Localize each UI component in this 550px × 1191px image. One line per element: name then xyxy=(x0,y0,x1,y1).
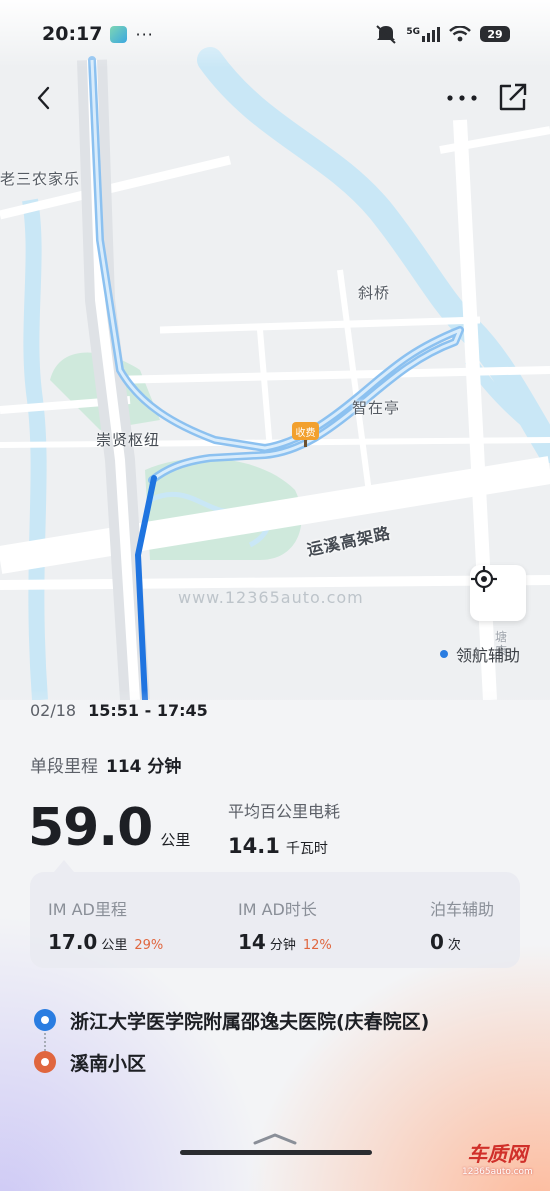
stat-value: 0 xyxy=(430,930,444,954)
trip-date-row: 02/18 15:51 - 17:45 xyxy=(30,701,208,720)
segment-duration-row: 单段里程 114 分钟 xyxy=(30,752,181,777)
map-label-hub: 崇贤枢纽 xyxy=(96,431,161,449)
trip-date: 02/18 xyxy=(30,701,77,720)
distance-value: 59.0 xyxy=(28,798,153,858)
trip-time-range: 15:51 - 17:45 xyxy=(88,701,208,720)
consumption-value: 14.1 xyxy=(228,834,280,858)
expand-handle[interactable] xyxy=(252,1131,298,1150)
wifi-icon xyxy=(449,26,471,42)
stat-label: IM AD里程 xyxy=(48,900,127,919)
trip-distance: 59.0 公里 xyxy=(28,798,190,858)
consumption-label: 平均百公里电耗 xyxy=(228,802,341,821)
route-connector xyxy=(44,1033,46,1051)
stat-value: 14 xyxy=(238,930,266,954)
battery-icon: 29 xyxy=(480,26,510,42)
stat-percent: 12% xyxy=(302,938,332,953)
consumption-unit: 千瓦时 xyxy=(285,841,328,857)
share-button[interactable] xyxy=(496,80,530,114)
status-bar: 20:17 ··· 5G 29 xyxy=(0,0,550,68)
route-end[interactable]: 溪南小区 xyxy=(34,1050,429,1075)
brand-url: 12365auto.com xyxy=(462,1167,533,1177)
more-dots-icon xyxy=(447,95,477,101)
app-notification-icon xyxy=(110,25,128,43)
status-time: 20:17 xyxy=(42,23,103,45)
back-button[interactable] xyxy=(30,80,60,116)
start-pin-icon xyxy=(34,1009,56,1031)
nav-assist-legend: 领航辅助 xyxy=(440,642,520,666)
mute-icon xyxy=(376,25,397,44)
status-icons: 5G 29 xyxy=(375,24,510,44)
chevron-left-icon xyxy=(37,86,50,110)
river-west xyxy=(22,198,48,700)
status-overflow-dots: ··· xyxy=(135,24,154,44)
nav-assist-dot xyxy=(440,650,448,658)
locate-button[interactable] xyxy=(470,565,526,621)
watermark: www.12365auto.com xyxy=(178,588,364,607)
network-type: 5G xyxy=(406,26,420,37)
stat-value: 17.0 xyxy=(48,930,98,954)
segment-value: 114 分钟 xyxy=(106,757,182,777)
distance-unit: 公里 xyxy=(160,831,191,849)
stat-unit: 次 xyxy=(447,938,461,953)
brand-logo: 车质网 xyxy=(467,1142,528,1166)
stat-parking-assist: 泊车辅助 0 次 xyxy=(430,896,494,954)
share-icon xyxy=(499,83,527,111)
stat-imad-duration: IM AD时长 14 分钟 12% xyxy=(238,896,332,954)
end-pin-icon xyxy=(34,1051,56,1073)
trip-info-panel: 02/18 15:51 - 17:45 单段里程 114 分钟 59.0 公里 … xyxy=(0,690,550,1191)
route-start[interactable]: 浙江大学医学院附属邵逸夫医院(庆春院区) xyxy=(34,1008,430,1033)
toll-station-marker: 收费 xyxy=(292,422,319,447)
route-end-text: 溪南小区 xyxy=(70,1052,147,1075)
top-bar xyxy=(0,78,550,118)
map-label-farmhouse: 老三农家乐 xyxy=(0,170,81,188)
driving-stats-card: IM AD里程 17.0 公里 29% IM AD时长 14 分钟 12% 泊车… xyxy=(30,860,520,968)
segment-label: 单段里程 xyxy=(30,757,98,777)
chevron-up-icon xyxy=(253,1133,297,1145)
signal-5g-icon: 5G xyxy=(406,26,440,42)
stat-unit: 分钟 xyxy=(269,938,296,953)
map-label-xieqiao: 斜桥 xyxy=(358,284,391,302)
stat-percent: 29% xyxy=(134,938,164,953)
avg-consumption: 平均百公里电耗 14.1 千瓦时 xyxy=(228,798,340,858)
stat-imad-distance: IM AD里程 17.0 公里 29% xyxy=(48,896,163,954)
stat-label: IM AD时长 xyxy=(238,900,317,919)
nav-assist-label: 领航辅助 xyxy=(456,646,521,665)
stat-label: 泊车辅助 xyxy=(430,900,495,919)
more-button[interactable] xyxy=(444,86,480,110)
route-endpoints: 浙江大学医学院附属邵逸夫医院(庆春院区) 溪南小区 xyxy=(34,1008,430,1075)
map-label-zhizaiting: 智在亭 xyxy=(352,399,401,417)
route-start-text: 浙江大学医学院附属邵逸夫医院(庆春院区) xyxy=(70,1010,430,1033)
stat-unit: 公里 xyxy=(101,938,128,953)
crosshair-icon xyxy=(471,566,497,592)
brand-watermark: 车质网 12365auto.com xyxy=(462,1138,533,1177)
home-indicator[interactable] xyxy=(180,1150,372,1155)
